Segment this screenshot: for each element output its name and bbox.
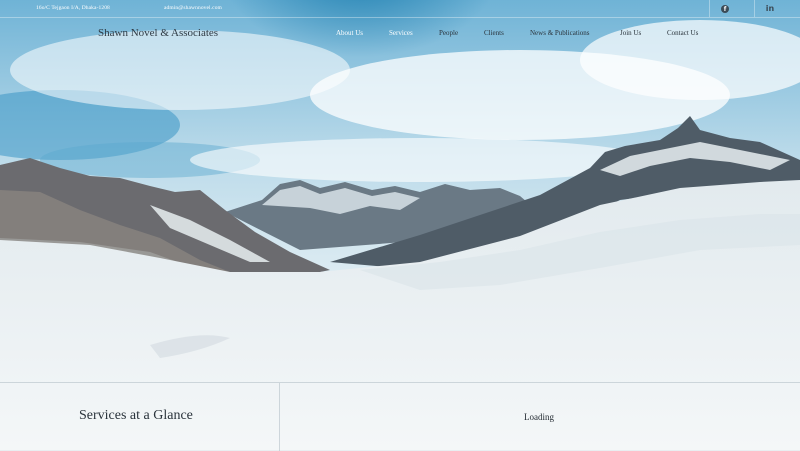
facebook-icon: f — [721, 4, 729, 13]
nav-contact-us[interactable]: Contact Us — [667, 29, 698, 37]
email-link[interactable]: admin@shawnnovel.com — [164, 5, 222, 11]
loading-status: Loading — [524, 412, 554, 422]
address-text: 16o/C Tejgaon I/A, Dhaka-1208 — [36, 5, 110, 11]
nav-about-us[interactable]: About Us — [336, 29, 363, 37]
top-bar: 16o/C Tejgaon I/A, Dhaka-1208 admin@shaw… — [0, 0, 800, 18]
services-glance-title: Services at a Glance — [79, 408, 193, 423]
nav-people[interactable]: People — [439, 29, 458, 37]
nav-services[interactable]: Services — [389, 29, 413, 37]
services-glance-panel: Services at a Glance Loading — [0, 382, 800, 451]
nav-news-publications[interactable]: News & Publications — [530, 29, 590, 37]
linkedin-link[interactable]: in — [754, 0, 785, 17]
panel-divider — [279, 383, 280, 451]
linkedin-icon: in — [765, 4, 775, 13]
nav-clients[interactable]: Clients — [484, 29, 504, 37]
facebook-link[interactable]: f — [709, 0, 740, 17]
nav-join-us[interactable]: Join Us — [620, 29, 641, 37]
main-nav: About Us Services People Clients News & … — [0, 29, 800, 41]
